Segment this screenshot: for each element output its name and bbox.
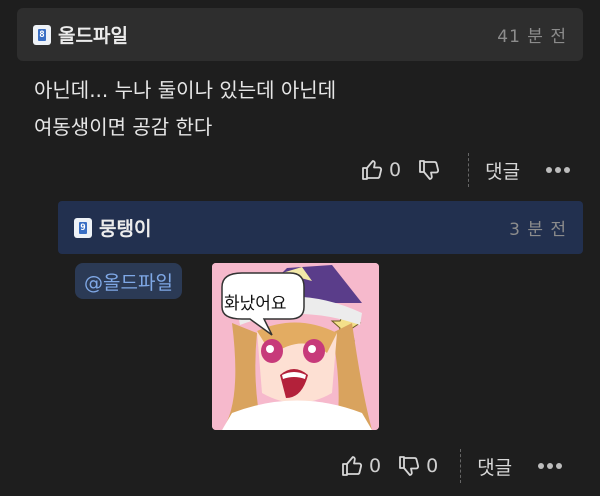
comment-author[interactable]: 올드파일 xyxy=(58,21,128,48)
reply-author[interactable]: 뭉탱이 xyxy=(99,214,151,241)
like-button[interactable]: 0 xyxy=(340,454,381,478)
reply-time: 3 분 전 xyxy=(509,220,567,240)
dislike-button[interactable]: 0 xyxy=(397,454,438,478)
thumbs-up-icon xyxy=(362,160,383,180)
thumbs-down-icon xyxy=(419,160,440,180)
reply-actions: 0 0 댓글 xyxy=(340,448,563,484)
mention-tag[interactable]: @올드파일 xyxy=(75,263,182,299)
dislike-count: 0 xyxy=(426,455,439,477)
more-options-icon[interactable] xyxy=(546,167,571,173)
comment-time: 41 분 전 xyxy=(497,27,567,47)
comment-header: 8 올드파일 41 분 전 xyxy=(17,8,583,61)
comment-actions: 0 댓글 xyxy=(360,152,571,188)
more-options-icon[interactable] xyxy=(538,463,563,469)
thumbs-up-icon xyxy=(342,456,363,476)
like-count: 0 xyxy=(389,159,402,181)
divider xyxy=(468,153,470,187)
reply-header: 9 뭉탱이 3 분 전 xyxy=(58,201,583,254)
level-badge-icon: 9 xyxy=(74,217,92,238)
like-count: 0 xyxy=(369,455,382,477)
reply-button[interactable]: 댓글 xyxy=(485,157,520,184)
level-badge-icon: 8 xyxy=(33,24,51,45)
thumbs-down-icon xyxy=(399,456,420,476)
like-button[interactable]: 0 xyxy=(360,158,401,182)
comment-line: 아닌데... 누나 둘이나 있는데 아닌데 xyxy=(34,78,337,102)
reply-button[interactable]: 댓글 xyxy=(477,453,512,480)
divider xyxy=(460,449,462,483)
comment-body: 아닌데... 누나 둘이나 있는데 아닌데 여동생이면 공감 한다 xyxy=(34,72,336,146)
sticker-caption: 화났어요 xyxy=(224,294,287,314)
dislike-button[interactable] xyxy=(417,158,446,182)
comment-line: 여동생이면 공감 한다 xyxy=(34,115,213,139)
